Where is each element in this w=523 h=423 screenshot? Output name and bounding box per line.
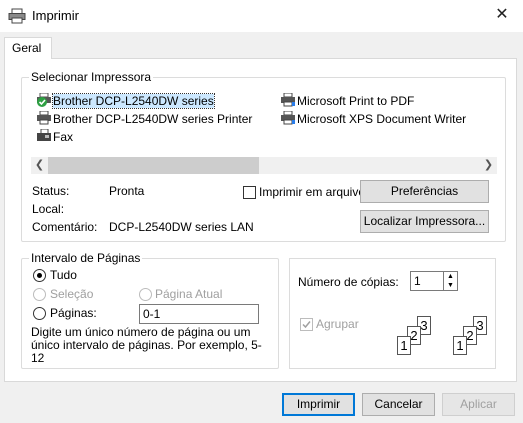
copies-label: Número de cópias: bbox=[298, 275, 399, 289]
all-pages-label[interactable]: Tudo bbox=[50, 268, 77, 282]
selection-radio[interactable] bbox=[33, 288, 46, 301]
current-page-label: Página Atual bbox=[155, 287, 223, 301]
page-range-help-text: Digite um único número de página ou um ú… bbox=[31, 325, 262, 365]
stepper-down-icon[interactable]: ▼ bbox=[444, 281, 457, 290]
printer-icon bbox=[8, 8, 26, 24]
printer-default-icon bbox=[36, 92, 52, 107]
collate-label: Agrupar bbox=[316, 317, 359, 331]
printer-name: Brother DCP-L2540DW series Printer bbox=[53, 112, 253, 126]
checkmark-icon bbox=[302, 321, 311, 329]
scroll-left-icon[interactable]: ❮ bbox=[31, 157, 48, 174]
pages-label[interactable]: Páginas: bbox=[50, 306, 97, 320]
printer-list[interactable]: Brother DCP-L2540DW series Microsoft Pri… bbox=[31, 91, 497, 155]
printer-item[interactable]: Fax bbox=[36, 128, 74, 145]
location-label: Local: bbox=[32, 202, 65, 216]
pages-input[interactable] bbox=[139, 304, 259, 324]
apply-button[interactable]: Aplicar bbox=[442, 393, 515, 416]
current-page-radio[interactable] bbox=[139, 288, 152, 301]
tab-geral[interactable]: Geral bbox=[4, 37, 52, 59]
printer-network-icon bbox=[280, 110, 296, 125]
collate-illustration-icon: 3 2 1 3 2 1 bbox=[383, 316, 493, 360]
page-range-legend: Intervalo de Páginas bbox=[29, 251, 143, 265]
selection-label: Seleção bbox=[50, 287, 94, 301]
print-button[interactable]: Imprimir bbox=[282, 393, 355, 416]
copies-input[interactable] bbox=[410, 271, 444, 291]
printer-icon bbox=[36, 110, 52, 125]
cancel-button[interactable]: Cancelar bbox=[362, 393, 435, 416]
printer-name: Microsoft Print to PDF bbox=[297, 94, 415, 108]
printer-item[interactable]: Microsoft Print to PDF bbox=[280, 92, 415, 109]
printer-name: Fax bbox=[53, 130, 74, 144]
collate-checkbox[interactable] bbox=[300, 318, 313, 331]
printer-item[interactable]: Microsoft XPS Document Writer bbox=[280, 110, 467, 127]
preferences-button[interactable]: Preferências bbox=[360, 180, 489, 203]
scrollbar-thumb[interactable] bbox=[48, 157, 259, 174]
printer-item[interactable]: Brother DCP-L2540DW series bbox=[36, 92, 215, 109]
status-label: Status: bbox=[32, 184, 70, 198]
printer-network-icon bbox=[280, 92, 296, 107]
all-pages-radio[interactable] bbox=[33, 269, 46, 282]
stepper-up-icon[interactable]: ▲ bbox=[444, 272, 457, 281]
pages-radio[interactable] bbox=[33, 307, 46, 320]
window-title: Imprimir bbox=[32, 8, 79, 23]
comment-label: Comentário: bbox=[32, 220, 98, 234]
fax-icon bbox=[36, 128, 52, 143]
printer-list-scrollbar[interactable]: ❮ ❯ bbox=[31, 157, 497, 174]
comment-value: DCP-L2540DW series LAN bbox=[109, 220, 254, 234]
close-button[interactable]: ✕ bbox=[487, 4, 517, 28]
find-printer-button[interactable]: Localizar Impressora... bbox=[360, 210, 489, 233]
printer-name: Microsoft XPS Document Writer bbox=[297, 112, 467, 126]
print-to-file-checkbox[interactable] bbox=[243, 186, 256, 199]
status-value: Pronta bbox=[109, 184, 145, 198]
print-to-file-label[interactable]: Imprimir em arquivo bbox=[259, 185, 365, 199]
printer-name: Brother DCP-L2540DW series bbox=[52, 93, 215, 109]
printer-item[interactable]: Brother DCP-L2540DW series Printer bbox=[36, 110, 253, 127]
select-printer-legend: Selecionar Impressora bbox=[29, 70, 154, 84]
copies-stepper[interactable]: ▲ ▼ bbox=[443, 271, 458, 291]
scroll-right-icon[interactable]: ❯ bbox=[480, 157, 497, 174]
